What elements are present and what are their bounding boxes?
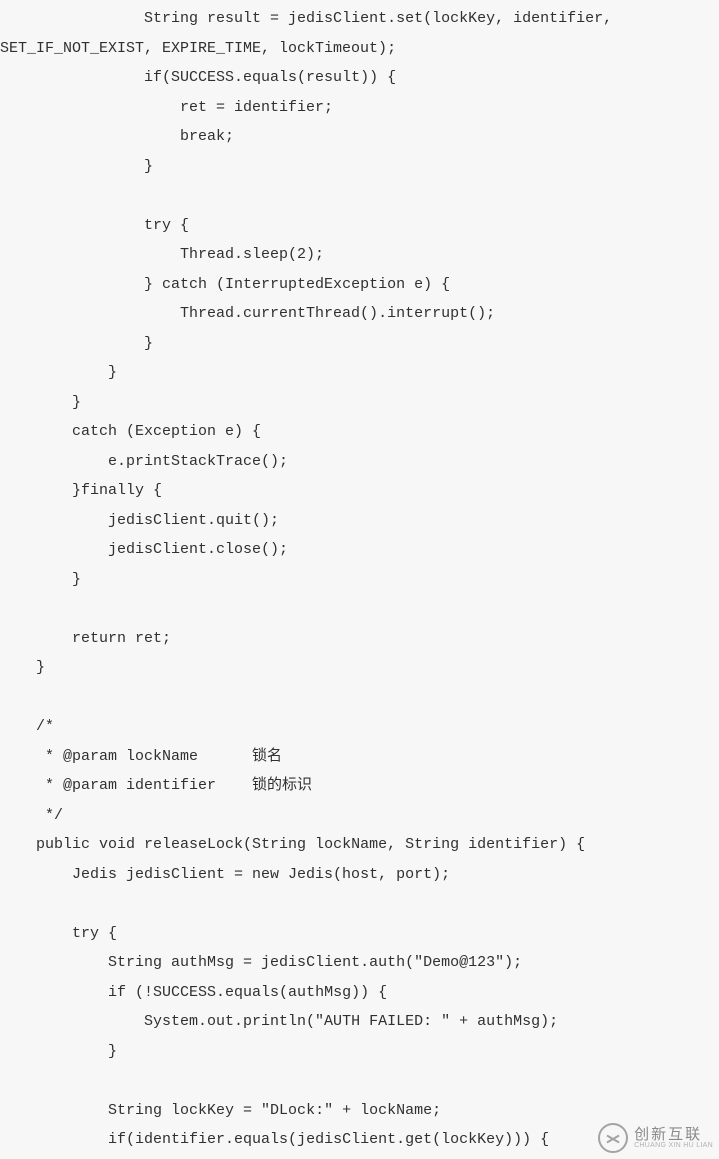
watermark-py: CHUANG XIN HU LIAN <box>634 1142 713 1149</box>
watermark-cn: 创新互联 <box>634 1127 713 1142</box>
watermark-text: 创新互联 CHUANG XIN HU LIAN <box>634 1127 713 1149</box>
watermark: 创新互联 CHUANG XIN HU LIAN <box>598 1123 713 1153</box>
code-block: String result = jedisClient.set(lockKey,… <box>0 0 719 1159</box>
watermark-logo-icon <box>598 1123 628 1153</box>
